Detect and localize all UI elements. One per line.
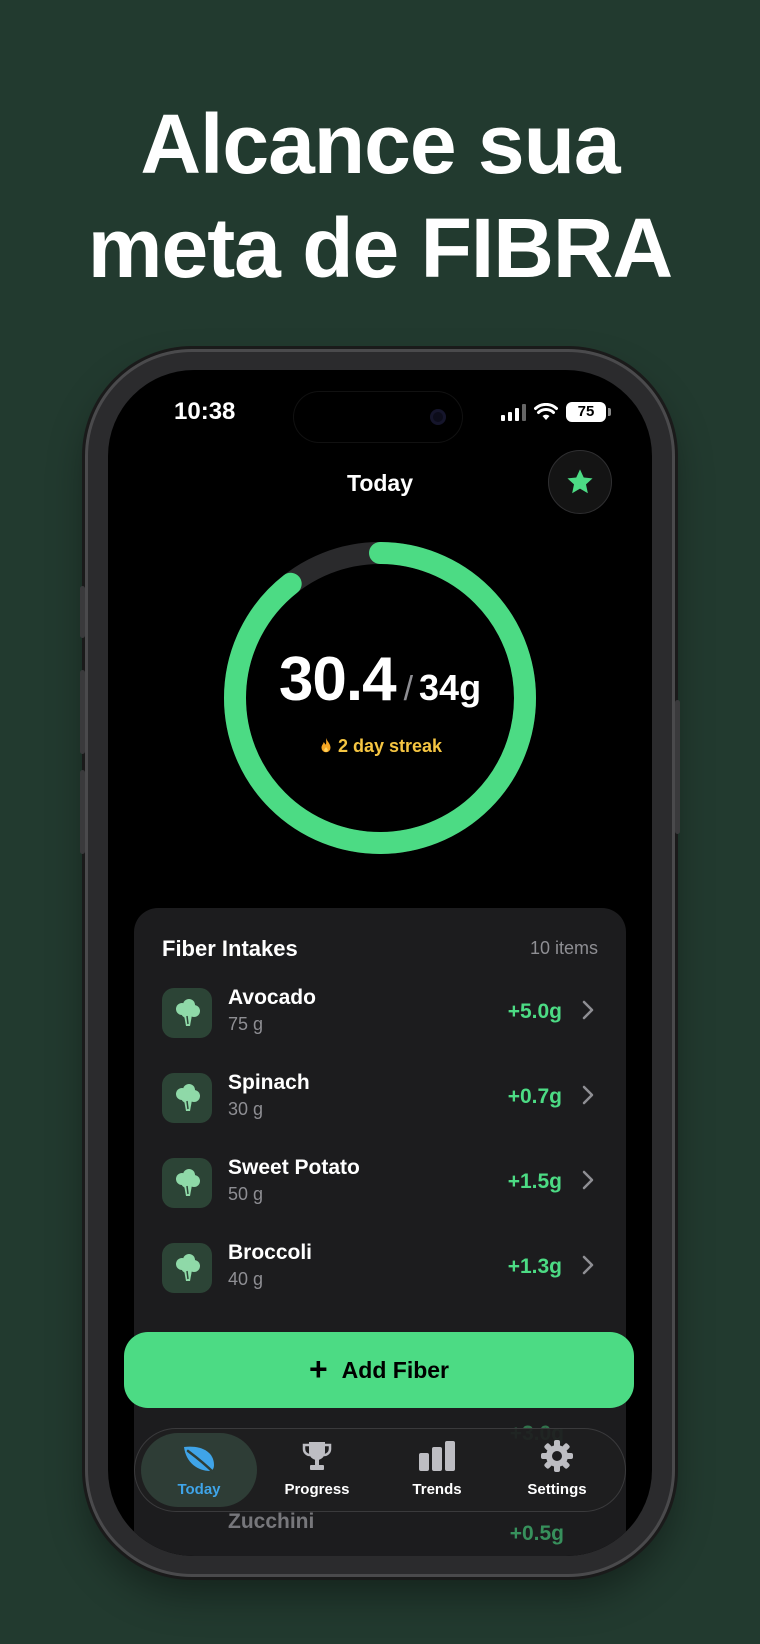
tab-today[interactable]: Today xyxy=(141,1433,257,1507)
bar-chart-icon xyxy=(419,1441,455,1471)
tab-label: Trends xyxy=(412,1481,462,1498)
star-icon xyxy=(567,469,593,494)
food-name: Sweet Potato xyxy=(228,1156,360,1179)
chevron-right-icon xyxy=(582,1255,594,1275)
leaf-icon xyxy=(184,1446,216,1475)
power-button xyxy=(675,700,680,834)
tab-settings[interactable]: Settings xyxy=(499,1429,615,1511)
list-item[interactable]: Broccoli 40 g +1.3g xyxy=(162,1239,598,1303)
wifi-icon xyxy=(534,403,558,420)
streak-badge: 2 day streak xyxy=(214,736,546,757)
favorites-button[interactable] xyxy=(548,450,612,514)
food-amount: 75 g xyxy=(228,1014,264,1034)
fiber-current-value: 30.4 xyxy=(278,645,397,714)
dynamic-island xyxy=(294,392,462,442)
add-fiber-label: Add Fiber xyxy=(341,1356,450,1383)
phone-frame: 10:38 75 Today 30.4 / 34g 2 day streak F… xyxy=(80,352,680,1574)
food-name: Spinach xyxy=(228,1071,310,1094)
list-item[interactable]: Spinach 30 g +0.7g xyxy=(162,1069,598,1133)
tab-trends[interactable]: Trends xyxy=(379,1429,495,1511)
food-fiber: +1.3g xyxy=(507,1255,562,1278)
volume-up-button xyxy=(80,670,85,754)
food-fiber: +5.0g xyxy=(507,1000,562,1023)
food-amount: 50 g xyxy=(228,1184,264,1204)
gear-icon xyxy=(541,1440,573,1472)
tab-label: Settings xyxy=(527,1481,587,1498)
fiber-separator: / xyxy=(403,670,414,708)
chevron-right-icon xyxy=(582,1170,594,1190)
broccoli-icon xyxy=(162,988,212,1038)
app-screen: 10:38 75 Today 30.4 / 34g 2 day streak F… xyxy=(108,370,652,1556)
battery-icon: 75 xyxy=(566,402,611,422)
status-icons: 75 xyxy=(501,402,611,422)
items-count: 10 items xyxy=(529,938,598,958)
food-amount: 30 g xyxy=(228,1099,264,1119)
card-title: Fiber Intakes xyxy=(162,936,298,961)
tab-label: Today xyxy=(177,1481,221,1498)
camera-icon xyxy=(430,409,446,425)
food-name: Zucchini xyxy=(228,1510,315,1533)
food-fiber: +0.7g xyxy=(507,1085,562,1108)
tab-bar: Today Progress Trends Settings xyxy=(134,1428,626,1512)
flame-icon xyxy=(321,737,331,753)
list-item[interactable]: Sweet Potato 50 g +1.5g xyxy=(162,1154,598,1218)
food-name: Avocado xyxy=(228,986,316,1009)
broccoli-icon xyxy=(162,1073,212,1123)
tab-label: Progress xyxy=(284,1481,350,1498)
fiber-goal-value: 34g xyxy=(419,667,482,708)
status-time: 10:38 xyxy=(174,398,236,425)
list-item[interactable]: Avocado 75 g +5.0g xyxy=(162,984,598,1048)
tab-progress[interactable]: Progress xyxy=(259,1429,375,1511)
add-fiber-button[interactable]: + Add Fiber xyxy=(124,1332,634,1408)
volume-down-button xyxy=(80,770,85,854)
food-fiber: +1.5g xyxy=(507,1170,562,1193)
plus-icon: + xyxy=(308,1350,328,1387)
streak-text: 2 day streak xyxy=(337,736,443,756)
action-button xyxy=(80,586,85,638)
trophy-icon xyxy=(302,1442,332,1470)
headline: Alcance sua meta de FIBRA xyxy=(0,92,760,300)
headline-line-1: Alcance sua xyxy=(140,97,620,191)
food-amount: 40 g xyxy=(228,1269,264,1289)
cellular-signal-icon xyxy=(501,403,526,421)
broccoli-icon xyxy=(162,1243,212,1293)
chevron-right-icon xyxy=(582,1000,594,1020)
chevron-right-icon xyxy=(582,1085,594,1105)
headline-line-2: meta de FIBRA xyxy=(87,201,673,295)
fiber-total: 30.4/34g xyxy=(214,644,546,715)
food-name: Broccoli xyxy=(228,1241,313,1264)
fiber-progress-ring: 30.4/34g 2 day streak xyxy=(214,532,546,864)
broccoli-icon xyxy=(162,1158,212,1208)
food-fiber: +0.5g xyxy=(509,1522,564,1545)
